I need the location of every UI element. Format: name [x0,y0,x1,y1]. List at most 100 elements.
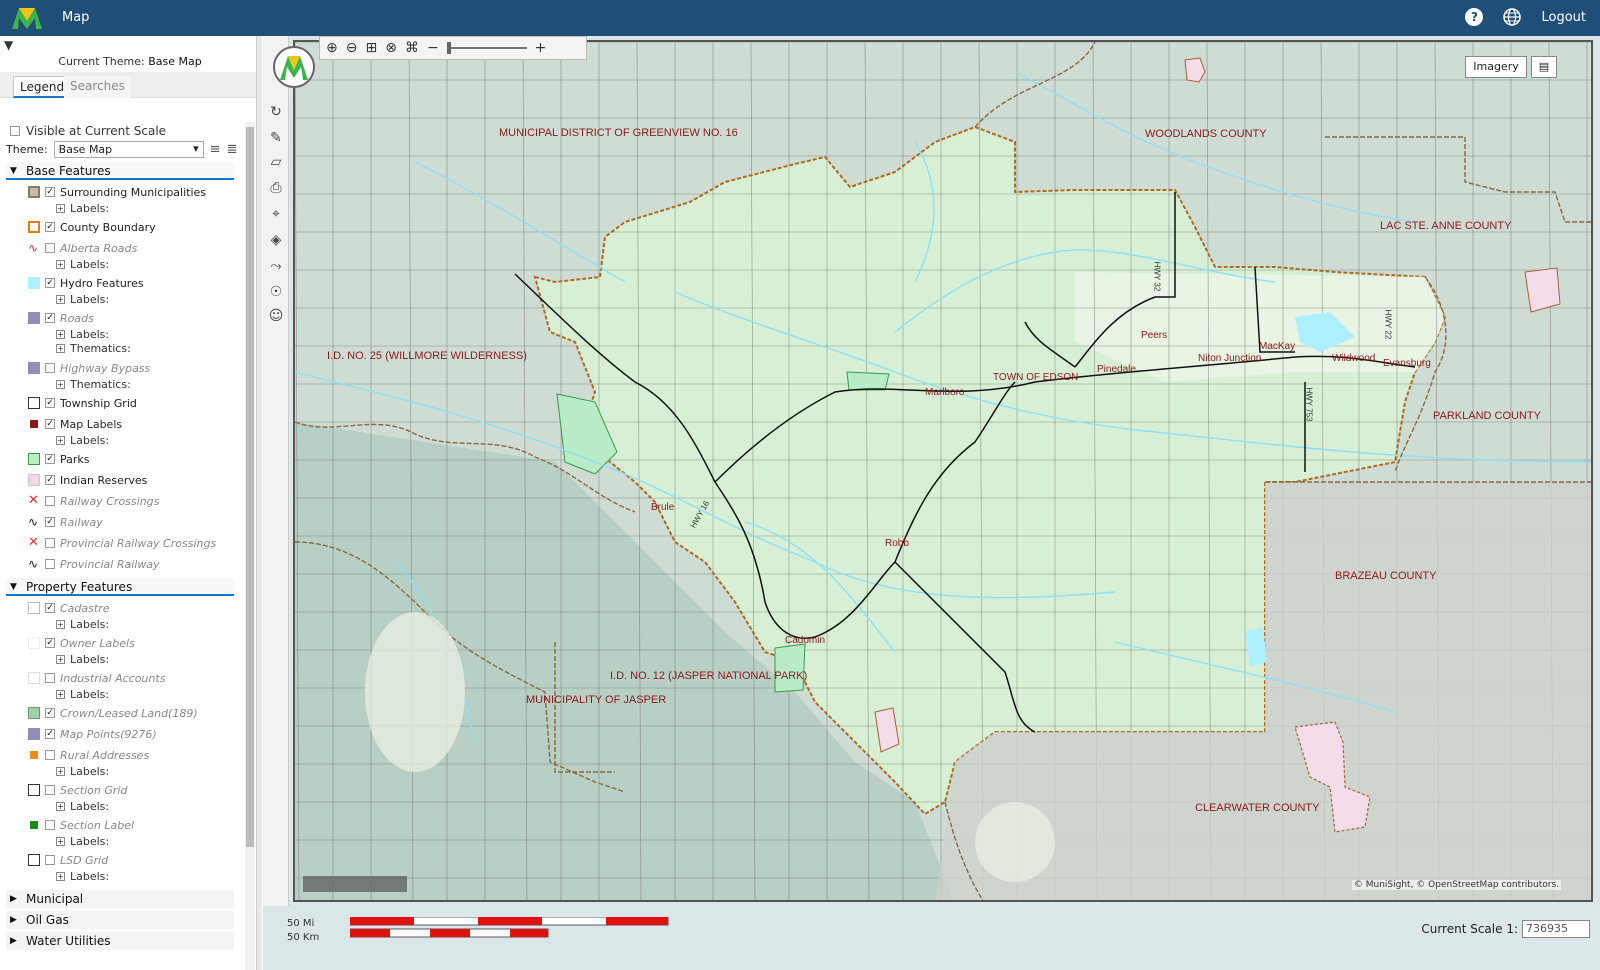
layer-map-points[interactable]: ✓ Map Points(9276) [28,726,157,742]
layer-checkbox[interactable]: ✓ [45,517,55,527]
zoom-slider-thumb[interactable] [446,42,451,54]
collapse-panel-icon[interactable]: ▼ [4,38,13,52]
zoom-box-icon[interactable]: ⊞ [365,40,377,56]
basemap-toggle-icon[interactable]: ▤ [1531,56,1557,78]
labels-toggle[interactable]: + Labels: [56,834,109,848]
current-scale-input[interactable]: 736935 [1522,920,1590,938]
map-canvas[interactable]: MUNICIPAL DISTRICT OF GREENVIEW NO. 16 W… [293,40,1593,902]
logout-link[interactable]: Logout [1541,10,1586,25]
labels-toggle[interactable]: + Labels: [56,617,109,631]
section-base-features[interactable]: ▼ Base Features [6,162,234,180]
labels-toggle[interactable]: + Labels: [56,292,109,306]
layer-checkbox[interactable]: ✓ [45,278,55,288]
layer-checkbox[interactable]: ✓ [45,419,55,429]
imagery-button[interactable]: Imagery [1465,56,1527,78]
theme-select[interactable]: Base Map [53,141,204,158]
labels-toggle[interactable]: + Labels: [56,764,109,778]
thematics-toggle[interactable]: + Thematics: [56,377,131,391]
layer-checkbox[interactable] [45,363,55,373]
layer-crown-leased-land[interactable]: ✓ Crown/Leased Land(189) [28,705,198,721]
user-settings-icon[interactable]: ☺ [266,306,286,326]
layer-highway-bypass[interactable]: Highway Bypass [28,360,150,376]
labels-toggle[interactable]: + Labels: [56,687,109,701]
layer-checkbox[interactable]: ✓ [45,187,55,197]
layer-section-grid[interactable]: Section Grid [28,782,127,798]
layer-parks[interactable]: ✓ Parks [28,451,90,467]
layer-checkbox[interactable]: ✓ [45,603,55,613]
tab-searches[interactable]: Searches [64,76,131,98]
legend-scrollbar[interactable] [245,122,255,970]
layer-map-labels[interactable]: ✓ Map Labels [28,416,122,432]
layer-checkbox[interactable] [45,538,55,548]
tab-legend[interactable]: Legend [13,76,72,98]
zoom-extent-icon[interactable]: ⊗ [385,40,397,56]
app-logo[interactable] [10,5,44,31]
section-property-features[interactable]: ▼ Property Features [6,578,234,596]
layer-owner-labels[interactable]: ✓ Owner Labels [28,635,135,651]
layer-checkbox[interactable] [45,750,55,760]
layer-alberta-roads[interactable]: ∿ Alberta Roads [28,240,137,256]
pan-icon[interactable]: ⌘ [405,40,419,56]
layer-county-boundary[interactable]: ✓ County Boundary [28,219,156,235]
layer-checkbox[interactable] [45,673,55,683]
refresh-icon[interactable]: ↻ [266,102,286,122]
globe-icon[interactable] [1503,8,1522,26]
layer-section-label[interactable]: Section Label [28,817,134,833]
section-oil-gas[interactable]: ▶ Oil Gas [6,911,234,929]
zoom-out-icon[interactable]: ⊖ [346,40,358,56]
zoom-in-icon[interactable]: ⊕ [326,40,338,56]
layer-checkbox[interactable] [45,855,55,865]
layer-township-grid[interactable]: ✓ Township Grid [28,395,137,411]
layers-icon[interactable]: ◈ [266,230,286,250]
visible-checkbox[interactable] [10,126,20,136]
layer-surrounding-municipalities[interactable]: ✓ Surrounding Municipalities [28,184,206,200]
layer-industrial-accounts[interactable]: Industrial Accounts [28,670,165,686]
thematics-toggle[interactable]: + Thematics: [56,341,131,355]
scrollbar-thumb[interactable] [246,127,254,847]
layer-railway-crossings[interactable]: ✕ Railway Crossings [28,493,159,509]
layer-checkbox[interactable]: ✓ [45,729,55,739]
labels-toggle[interactable]: + Labels: [56,201,109,215]
panel-splitter[interactable] [256,36,262,970]
layer-hydro-features[interactable]: ✓ Hydro Features [28,275,144,291]
layer-provincial-railway[interactable]: ∿ Provincial Railway [28,556,160,572]
expand-all-icon[interactable]: ≡ [210,142,221,157]
layer-roads[interactable]: ✓ Roads [28,310,94,326]
location-pin-icon[interactable]: ⌖ [266,204,286,224]
layer-checkbox[interactable] [45,496,55,506]
ruler-icon[interactable]: ▱ [266,152,286,172]
layer-checkbox[interactable] [45,559,55,569]
layer-checkbox[interactable]: ✓ [45,313,55,323]
help-icon[interactable]: ? [1465,8,1484,26]
zoom-minus-icon[interactable]: − [427,40,439,56]
section-municipal[interactable]: ▶ Municipal [6,890,234,908]
layer-railway[interactable]: ∿ ✓ Railway [28,514,103,530]
layer-checkbox[interactable]: ✓ [45,475,55,485]
layer-checkbox[interactable]: ✓ [45,454,55,464]
layer-checkbox[interactable]: ✓ [45,222,55,232]
collapse-all-icon[interactable]: ≣ [227,142,238,157]
print-icon[interactable]: ⎙ [266,178,286,198]
layer-checkbox[interactable]: ✓ [45,638,55,648]
zoom-slider[interactable] [446,42,527,54]
layer-rural-addresses[interactable]: Rural Addresses [28,747,149,763]
layer-cadastre[interactable]: ✓ Cadastre [28,600,109,616]
route-icon[interactable]: ⤳ [266,256,286,276]
labels-toggle[interactable]: + Labels: [56,327,109,341]
visible-at-scale-row[interactable]: Visible at Current Scale [10,124,166,138]
layer-checkbox[interactable] [45,243,55,253]
pencil-icon[interactable]: ✎ [266,128,286,148]
labels-toggle[interactable]: + Labels: [56,799,109,813]
compass-icon[interactable] [273,46,315,88]
layer-provincial-railway-crossings[interactable]: ✕ Provincial Railway Crossings [28,535,216,551]
zoom-plus-icon[interactable]: + [535,40,547,56]
layer-indian-reserves[interactable]: ✓ Indian Reserves [28,472,147,488]
layer-lsd-grid[interactable]: LSD Grid [28,852,108,868]
locate-icon[interactable]: ☉ [266,282,286,302]
labels-toggle[interactable]: + Labels: [56,869,109,883]
labels-toggle[interactable]: + Labels: [56,652,109,666]
layer-checkbox[interactable]: ✓ [45,708,55,718]
section-water-utilities[interactable]: ▶ Water Utilities [6,932,234,950]
layer-checkbox[interactable] [45,785,55,795]
layer-checkbox[interactable] [45,820,55,830]
